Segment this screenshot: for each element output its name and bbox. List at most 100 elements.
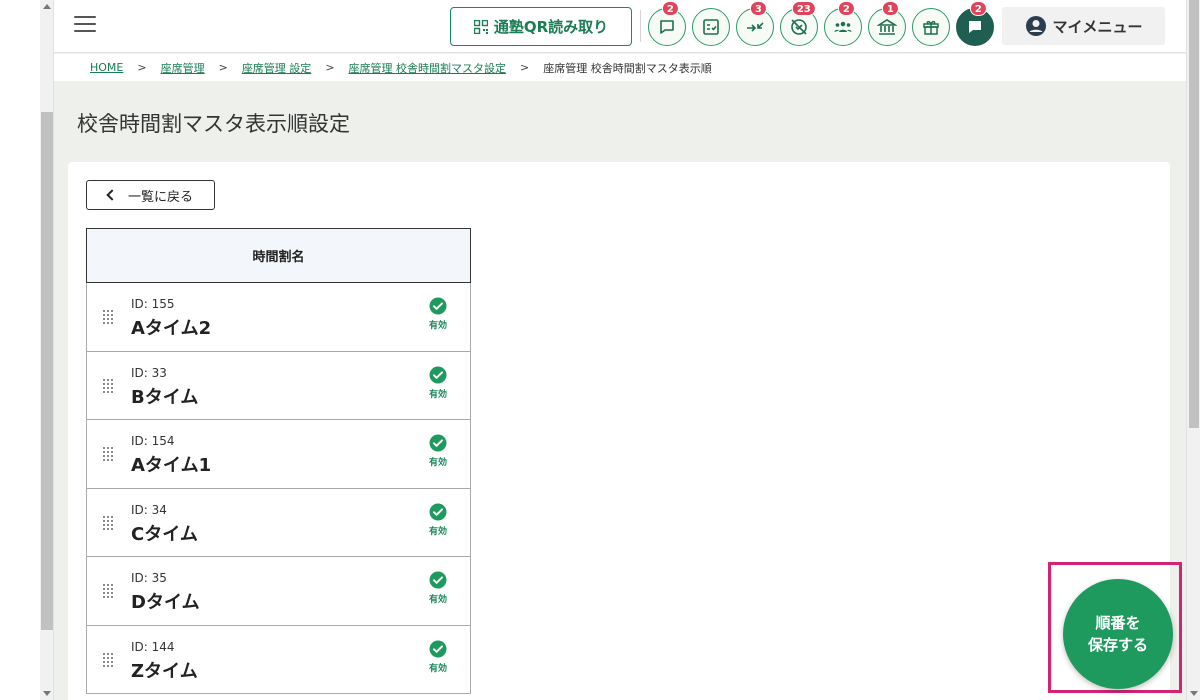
save-order-label-line2: 保存する bbox=[1087, 636, 1148, 654]
breadcrumb-separator: > bbox=[218, 61, 228, 74]
table-row[interactable]: ID: 34 Cタイム 有効 bbox=[86, 488, 471, 557]
gift-icon bbox=[923, 20, 939, 35]
chat-icon bbox=[969, 21, 981, 33]
save-button-highlight: 順番を 保存する bbox=[1048, 562, 1182, 693]
row-timetable-name: Aタイム1 bbox=[131, 455, 212, 476]
transfer-icon bbox=[747, 22, 764, 32]
row-id: ID: 35 bbox=[131, 571, 167, 585]
hamburger-menu-icon[interactable] bbox=[74, 16, 96, 34]
my-menu-button[interactable]: マイメニュー bbox=[1002, 7, 1165, 45]
table-row[interactable]: ID: 154 Aタイム1 有効 bbox=[86, 420, 471, 489]
row-id: ID: 155 bbox=[131, 297, 175, 311]
status-badge: 有効 bbox=[427, 503, 449, 537]
breadcrumb-current: 座席管理 校舎時間割マスタ表示順 bbox=[543, 61, 712, 75]
chat-badge: 2 bbox=[969, 1, 987, 16]
status-label: 有効 bbox=[428, 663, 447, 674]
group-badge: 2 bbox=[837, 1, 855, 16]
status-label: 有効 bbox=[428, 595, 447, 605]
scroll-down-arrow-icon[interactable] bbox=[43, 691, 51, 696]
row-timetable-name: Bタイム bbox=[131, 386, 199, 408]
status-badge: 有効 bbox=[427, 571, 449, 605]
breadcrumb-separator: > bbox=[137, 61, 147, 74]
status-label: 有効 bbox=[428, 526, 447, 537]
left-gutter bbox=[0, 0, 40, 700]
absence-button[interactable]: 23 bbox=[780, 1, 818, 46]
drag-handle-icon[interactable] bbox=[103, 584, 115, 600]
checklist-button[interactable] bbox=[692, 8, 730, 46]
qr-code-icon bbox=[473, 19, 488, 34]
right-scrollbar-thumb[interactable] bbox=[1189, 0, 1199, 428]
table-row[interactable]: ID: 144 Zタイム 有効 bbox=[86, 625, 471, 694]
left-scrollbar[interactable] bbox=[40, 0, 54, 700]
message-button[interactable]: 2 bbox=[648, 1, 686, 46]
status-badge: 有効 bbox=[427, 366, 449, 400]
status-badge: 有効 bbox=[427, 434, 449, 468]
check-circle-icon bbox=[429, 571, 447, 589]
top-header: 通塾QR読み取り 2 3 23 2 1 2 マイメニュー bbox=[54, 0, 1186, 53]
row-id: ID: 34 bbox=[131, 502, 167, 517]
scroll-up-arrow-icon[interactable] bbox=[43, 4, 51, 9]
my-menu-label: マイメニュー bbox=[1052, 17, 1143, 36]
table-row[interactable]: ID: 35 Dタイム 有効 bbox=[86, 557, 471, 626]
drag-handle-icon[interactable] bbox=[103, 378, 115, 395]
status-badge: 有効 bbox=[427, 297, 449, 331]
back-to-list-button[interactable]: 一覧に戻る bbox=[86, 180, 215, 210]
check-circle-icon bbox=[429, 366, 447, 383]
transfer-badge: 3 bbox=[749, 1, 767, 16]
timetable-order-table: 時間割名 ID: 155 Aタイム2 有効 ID: 33 Bタイム 有効 ID: 154 Aタ… bbox=[86, 228, 471, 694]
drag-handle-icon[interactable] bbox=[103, 515, 115, 532]
check-circle-icon bbox=[429, 297, 447, 315]
right-scrollbar[interactable] bbox=[1186, 0, 1200, 700]
breadcrumb-timetable-master[interactable]: 座席管理 校舎時間割マスタ設定 bbox=[349, 60, 507, 76]
column-header-timetable-name: 時間割名 bbox=[252, 250, 305, 265]
status-badge: 有効 bbox=[427, 640, 449, 674]
group-button[interactable]: 2 bbox=[824, 1, 862, 46]
status-label: 有効 bbox=[428, 321, 447, 331]
gift-button[interactable] bbox=[912, 8, 950, 46]
table-row[interactable]: ID: 33 Bタイム 有効 bbox=[86, 351, 471, 420]
chat-button[interactable]: 2 bbox=[956, 1, 994, 46]
status-label: 有効 bbox=[428, 389, 447, 400]
left-scrollbar-thumb[interactable] bbox=[41, 112, 53, 630]
save-order-label-line1: 順番を bbox=[1095, 614, 1141, 632]
status-label: 有効 bbox=[428, 458, 447, 468]
row-id: ID: 33 bbox=[131, 365, 167, 380]
group-icon bbox=[834, 21, 852, 32]
message-icon bbox=[660, 20, 674, 34]
transfer-button[interactable]: 3 bbox=[736, 1, 774, 46]
school-badge: 1 bbox=[881, 1, 899, 16]
drag-handle-icon[interactable] bbox=[103, 652, 115, 669]
drag-handle-icon[interactable] bbox=[103, 447, 115, 463]
breadcrumb: HOME > 座席管理 > 座席管理 設定 > 座席管理 校舎時間割マスタ設定 … bbox=[54, 54, 1186, 81]
breadcrumb-seat-settings[interactable]: 座席管理 設定 bbox=[242, 60, 312, 76]
drag-handle-icon[interactable] bbox=[103, 310, 115, 326]
checklist-icon bbox=[703, 19, 719, 35]
row-id: ID: 154 bbox=[131, 434, 175, 448]
user-avatar-icon bbox=[1026, 16, 1047, 36]
back-to-list-label: 一覧に戻る bbox=[127, 189, 193, 205]
check-circle-icon bbox=[429, 640, 447, 657]
chevron-left-icon bbox=[106, 189, 118, 201]
breadcrumb-seat-management[interactable]: 座席管理 bbox=[161, 60, 205, 76]
qr-scan-label: 通塾QR読み取り bbox=[493, 18, 609, 36]
table-header: 時間割名 bbox=[86, 228, 471, 283]
row-timetable-name: Cタイム bbox=[131, 523, 198, 545]
row-timetable-name: Zタイム bbox=[131, 660, 198, 682]
check-circle-icon bbox=[429, 434, 447, 452]
save-order-button[interactable]: 順番を 保存する bbox=[1063, 579, 1173, 689]
row-id: ID: 144 bbox=[131, 639, 175, 654]
absence-icon bbox=[791, 19, 807, 35]
content-card: 一覧に戻る 時間割名 ID: 155 Aタイム2 有効 ID: 33 Bタイム 有効 ID:… bbox=[68, 162, 1170, 700]
breadcrumb-separator: > bbox=[325, 61, 335, 74]
header-divider bbox=[640, 10, 641, 42]
school-button[interactable]: 1 bbox=[868, 1, 906, 46]
scroll-down-arrow-icon[interactable] bbox=[1190, 691, 1198, 696]
message-badge: 2 bbox=[661, 1, 679, 16]
breadcrumb-home[interactable]: HOME bbox=[90, 61, 123, 74]
school-icon bbox=[877, 19, 897, 35]
table-row[interactable]: ID: 155 Aタイム2 有効 bbox=[86, 283, 471, 352]
main-area: 通塾QR読み取り 2 3 23 2 1 2 マイメニュー HOME > 座席管理… bbox=[54, 0, 1186, 700]
row-timetable-name: Aタイム2 bbox=[131, 318, 212, 339]
qr-scan-button[interactable]: 通塾QR読み取り bbox=[450, 7, 632, 46]
check-circle-icon bbox=[429, 503, 447, 520]
